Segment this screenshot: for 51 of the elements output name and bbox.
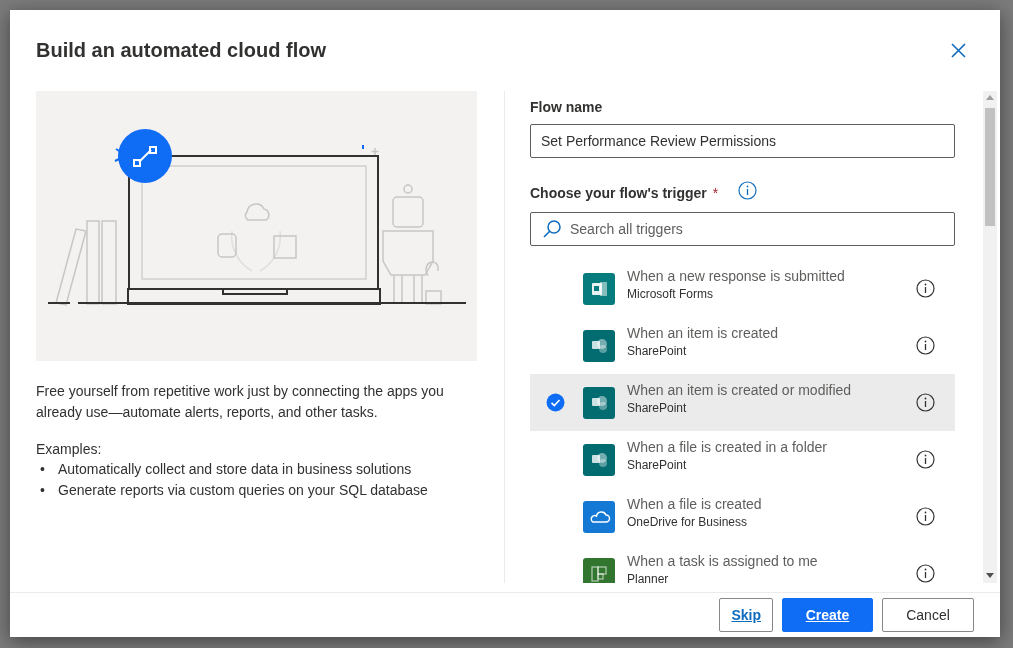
info-icon[interactable] [916, 507, 935, 526]
flow-name-field[interactable]: Set Performance Review Permissions [530, 124, 955, 158]
trigger-title: When an item is created [627, 324, 779, 343]
skip-button[interactable]: Skip [719, 598, 773, 632]
example-item: Generate reports via custom queries on your SQL database [58, 481, 428, 500]
trigger-title: When a file is created [627, 495, 763, 514]
trigger-item[interactable]: When a file is created OneDrive for Business [530, 488, 955, 545]
create-button[interactable]: Create [782, 598, 873, 632]
connector-name: Microsoft Forms [627, 286, 714, 302]
scroll-down-icon[interactable] [986, 573, 994, 578]
forms-icon [583, 272, 615, 305]
description: Free yourself from repetitive work just by connecting the apps you already use—automate alerts, reports, and other tasks. [36, 382, 445, 422]
connector-name: SharePoint [627, 457, 688, 473]
info-icon[interactable] [916, 336, 935, 355]
trigger-item[interactable]: When a file is created in a folder SharePoint [530, 431, 955, 488]
connector-name: SharePoint [627, 343, 688, 359]
cancel-button[interactable]: Cancel [882, 598, 974, 632]
search-field[interactable]: Search all triggers [530, 212, 955, 246]
info-icon[interactable] [916, 450, 935, 469]
scroll-thumb[interactable] [985, 108, 995, 226]
close-icon[interactable] [949, 41, 968, 60]
search-icon [542, 219, 562, 239]
bullet: • [39, 481, 46, 500]
example-item: Automatically collect and store data in business solutions [58, 460, 412, 479]
sharepoint-icon [583, 386, 615, 419]
trigger-title: When a task is assigned to me [627, 552, 819, 571]
trigger-item[interactable]: When an item is created SharePoint [530, 317, 955, 374]
trigger-item[interactable]: When a task is assigned to me Planner [530, 545, 955, 583]
planner-icon [583, 557, 615, 583]
info-icon[interactable] [916, 564, 935, 583]
scrollbar[interactable] [983, 91, 997, 583]
trigger-title: When a new response is submitted [627, 267, 846, 286]
connector-name: Planner [627, 571, 670, 583]
trigger-title: When a file is created in a folder [627, 438, 828, 457]
connector-name: OneDrive for Business [627, 514, 749, 530]
field-label: Flow name [530, 99, 604, 115]
bullet: • [39, 460, 46, 479]
field-label: Choose your flow's trigger [530, 184, 707, 201]
trigger-item[interactable]: When an item is created or modified SharePoint [530, 374, 955, 431]
sharepoint-icon [583, 329, 615, 362]
dialog-title: Build an automated cloud flow [36, 39, 326, 62]
info-icon[interactable] [916, 393, 935, 412]
cloud-icon [583, 500, 615, 533]
required-mark: * [712, 184, 719, 201]
check-icon [546, 393, 565, 412]
trigger-item[interactable]: When a new response is submitted Microsoft Forms [530, 260, 955, 317]
info-icon[interactable] [916, 279, 935, 298]
trigger-title: When an item is created or modified [627, 381, 853, 400]
examples-label: Examples: [36, 440, 103, 459]
connector-name: SharePoint [627, 400, 688, 416]
sharepoint-icon [583, 443, 615, 476]
